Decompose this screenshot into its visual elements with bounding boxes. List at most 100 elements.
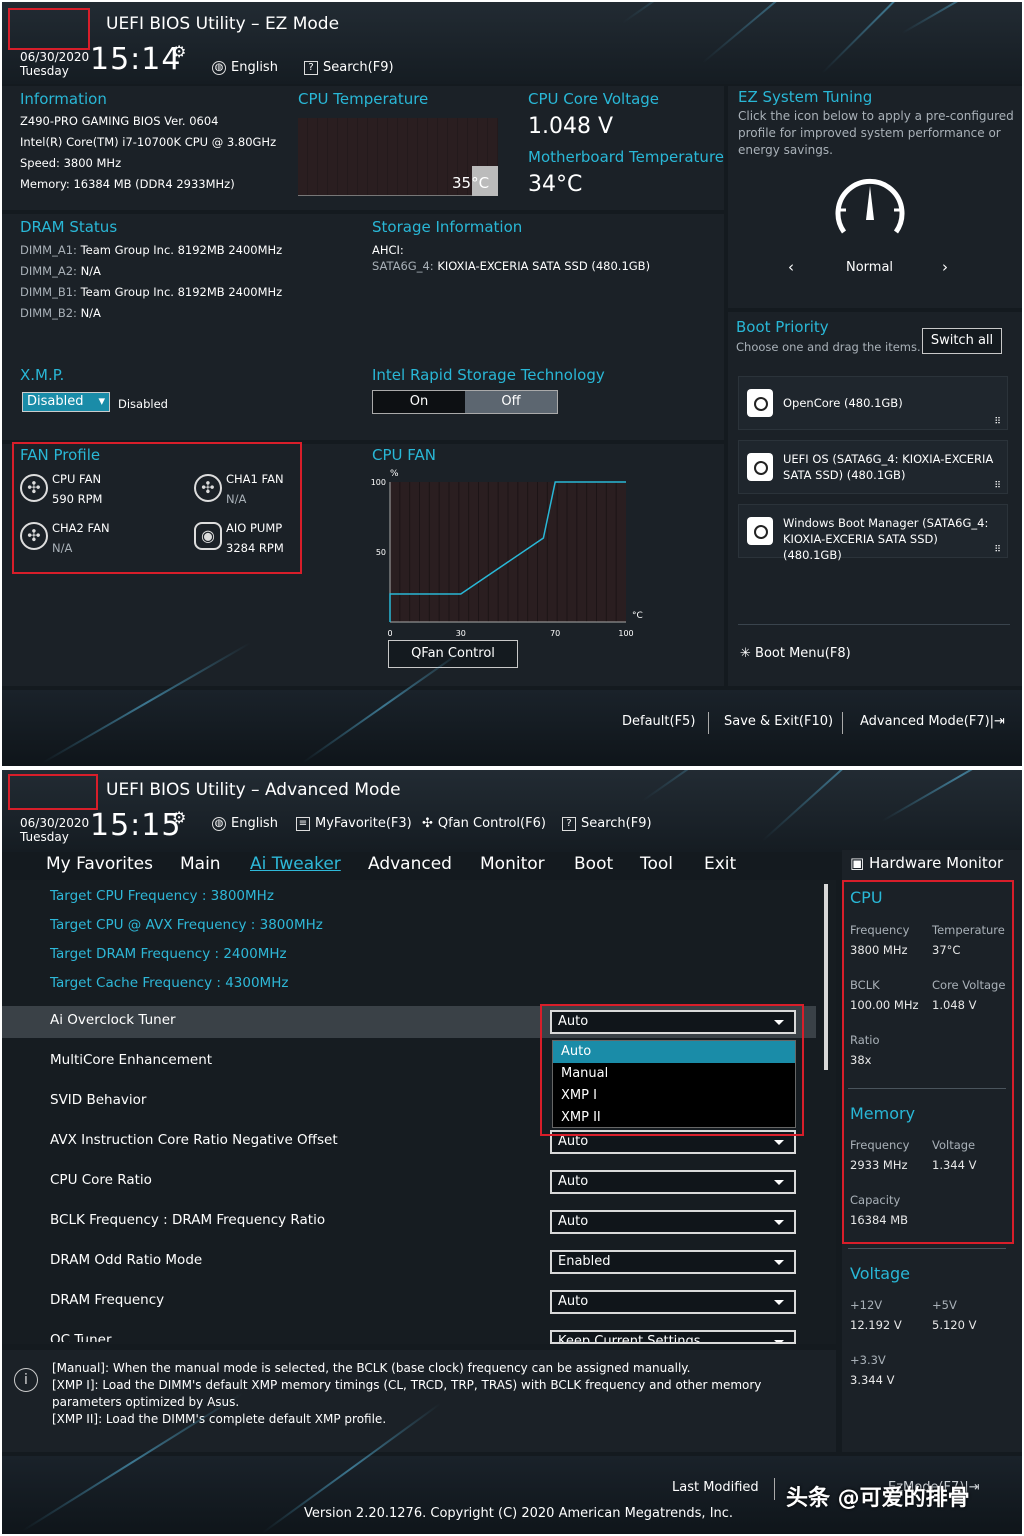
highlight-box <box>8 774 98 810</box>
hw-label: +12V <box>850 1298 883 1312</box>
setting-label[interactable]: Ai Overclock Tuner <box>50 1012 176 1028</box>
tab-ai-tweaker[interactable]: Ai Tweaker <box>250 854 341 874</box>
advanced-mode-button[interactable]: Advanced Mode(F7)|⇥ <box>860 714 1005 729</box>
xmp-select[interactable]: Disabled ▾ <box>22 392 110 412</box>
save-exit-button[interactable]: Save & Exit(F10) <box>724 714 833 729</box>
xmp-heading: X.M.P. <box>20 366 65 384</box>
search-button[interactable]: ? Search(F9) <box>562 816 652 831</box>
cpu-fan-chart: % °C 100 50 0 30 70 100 <box>371 469 643 638</box>
fan-icon: ✣ <box>20 474 48 502</box>
scrollbar[interactable] <box>824 884 828 1070</box>
dram-odd-ratio-select[interactable]: Enabled <box>550 1250 796 1274</box>
ez-tuning-description: Click the icon below to apply a pre-conf… <box>738 109 1014 157</box>
hw-label: Core Voltage <box>932 978 1006 992</box>
target-info: Target DRAM Frequency : 2400MHz <box>50 946 287 962</box>
tab-boot[interactable]: Boot <box>574 854 613 874</box>
tab-main[interactable]: Main <box>180 854 221 874</box>
qfan-control-button[interactable]: QFan Control <box>388 640 518 668</box>
dram-frequency-select[interactable]: Auto <box>550 1290 796 1314</box>
bclk-ratio-select[interactable]: Auto <box>550 1210 796 1234</box>
clock: 15:15 <box>90 808 182 843</box>
irst-on[interactable]: On <box>373 391 465 413</box>
fan-icon: ✣ <box>194 474 222 502</box>
tuning-next-arrow[interactable]: › <box>942 258 948 276</box>
switch-all-button[interactable]: Switch all <box>922 328 1002 354</box>
hw-label: BCLK <box>850 978 880 992</box>
setting-label[interactable]: OC Tuner <box>50 1332 112 1342</box>
drag-handle-icon[interactable]: ⠿ <box>994 545 1001 555</box>
setting-label[interactable]: MultiCore Enhancement <box>50 1052 212 1068</box>
boot-panel <box>728 312 1022 686</box>
y-tick-label: 50 <box>376 548 386 557</box>
tab-exit[interactable]: Exit <box>704 854 736 874</box>
dram-slot: DIMM_A2: N/A <box>20 264 101 278</box>
date-display: 06/30/2020 Tuesday <box>20 816 90 844</box>
y-tick-label: 100 <box>371 478 386 487</box>
setting-label[interactable]: AVX Instruction Core Ratio Negative Offs… <box>50 1132 338 1148</box>
fan-name: CPU FAN <box>52 472 102 486</box>
hw-label: Frequency <box>850 1138 910 1152</box>
globe-icon: ◍ <box>212 60 226 75</box>
cpu-core-ratio-select[interactable]: Auto <box>550 1170 796 1194</box>
hw-label: Voltage <box>932 1138 976 1152</box>
fan-rpm: N/A <box>226 492 247 506</box>
setting-label[interactable]: SVID Behavior <box>50 1092 146 1108</box>
irst-toggle[interactable]: On Off <box>372 390 558 414</box>
setting-label[interactable]: DRAM Frequency <box>50 1292 164 1308</box>
target-info: Target CPU @ AVX Frequency : 3800MHz <box>50 917 323 933</box>
dram-slot: DIMM_B1: Team Group Inc. 8192MB 2400MHz <box>20 285 283 299</box>
irst-off[interactable]: Off <box>465 391 557 413</box>
chevron-down-icon: ▾ <box>98 394 105 409</box>
setting-label[interactable]: CPU Core Ratio <box>50 1172 152 1188</box>
drag-handle-icon[interactable]: ⠿ <box>994 481 1001 491</box>
fan-icon: ✣ <box>422 816 433 831</box>
hardware-monitor-heading: ▣ Hardware Monitor <box>850 854 1004 872</box>
fan-icon: ✣ <box>20 522 48 550</box>
clock-settings-gear-icon[interactable]: ⚙ <box>172 808 186 827</box>
language-selector[interactable]: ◍ English <box>212 816 278 831</box>
irst-heading: Intel Rapid Storage Technology <box>372 366 605 384</box>
target-info: Target CPU Frequency : 3800MHz <box>50 888 274 904</box>
setting-label[interactable]: BCLK Frequency : DRAM Frequency Ratio <box>50 1212 325 1228</box>
advanced-mode-screen: UEFI BIOS Utility – Advanced Mode 06/30/… <box>2 770 1022 1534</box>
hw-label: Frequency <box>850 923 910 937</box>
hw-value: 37°C <box>932 943 961 957</box>
qfan-control-button[interactable]: ✣ Qfan Control(F6) <box>422 816 546 831</box>
globe-icon: ◍ <box>212 816 226 831</box>
tab-advanced[interactable]: Advanced <box>368 854 452 874</box>
myfavorite-button[interactable]: ≡ MyFavorite(F3) <box>296 816 412 831</box>
divider <box>842 712 843 734</box>
highlight-box <box>540 1004 804 1136</box>
info-icon: i <box>14 1368 38 1392</box>
hw-value: 100.00 MHz <box>850 998 919 1012</box>
highlight-box <box>8 8 90 50</box>
hw-label: +3.3V <box>850 1353 886 1367</box>
storage-ahci: AHCI: <box>372 243 404 257</box>
x-tick-label: 0 <box>387 629 392 638</box>
boot-item[interactable]: Windows Boot Manager (SATA6G_4: KIOXIA-E… <box>738 504 1008 562</box>
divider <box>848 1088 1006 1089</box>
tab-my-favorites[interactable]: My Favorites <box>46 854 153 874</box>
language-selector[interactable]: ◍ English <box>212 60 278 75</box>
default-button[interactable]: Default(F5) <box>622 714 695 729</box>
tab-tool[interactable]: Tool <box>640 854 673 874</box>
search-button[interactable]: ? Search(F9) <box>304 60 394 75</box>
drag-handle-icon[interactable]: ⠿ <box>994 417 1001 427</box>
clock-settings-gear-icon[interactable]: ⚙ <box>172 42 186 61</box>
tab-monitor[interactable]: Monitor <box>480 854 545 874</box>
mb-temp-value: 34°C <box>528 172 583 197</box>
tuning-prev-arrow[interactable]: ‹ <box>788 258 794 276</box>
oc-tuner-select[interactable]: Keep Current Settings <box>550 1330 796 1344</box>
help-icon: ? <box>304 60 318 75</box>
last-modified-button[interactable]: Last Modified <box>672 1480 759 1495</box>
boot-item[interactable]: UEFI OS (SATA6G_4: KIOXIA-EXCERIA SATA S… <box>738 440 1008 494</box>
pump-icon: ◉ <box>194 522 222 550</box>
setting-label[interactable]: DRAM Odd Ratio Mode <box>50 1252 202 1268</box>
speedometer-icon[interactable] <box>830 172 910 242</box>
boot-menu-button[interactable]: ✳ Boot Menu(F8) <box>740 646 851 661</box>
page-title: UEFI BIOS Utility – EZ Mode <box>106 14 340 34</box>
storage-heading: Storage Information <box>372 218 523 236</box>
boot-item[interactable]: OpenCore (480.1GB) ⠿ <box>738 376 1008 430</box>
information-heading: Information <box>20 90 107 108</box>
monitor-icon: ▣ <box>850 854 869 872</box>
